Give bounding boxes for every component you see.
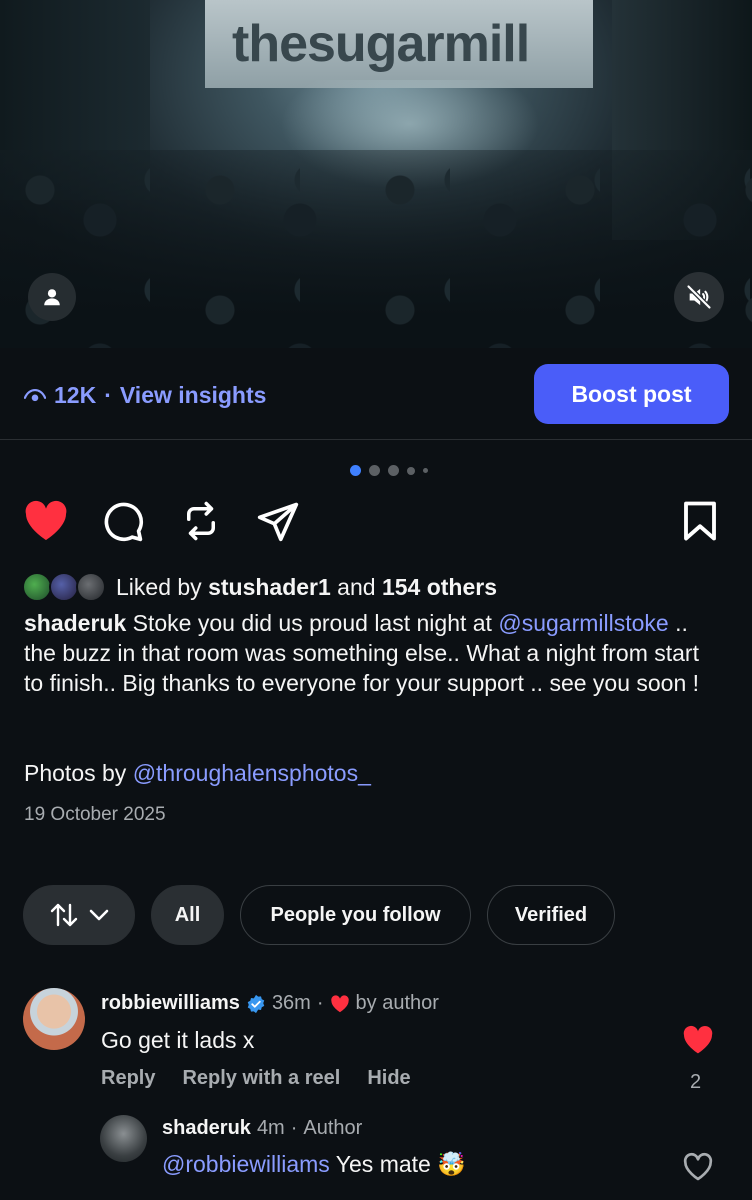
separator-dot: ·: [104, 382, 112, 408]
filter-people-you-follow[interactable]: People you follow: [240, 885, 471, 945]
verified-icon: [247, 994, 265, 1013]
tag-people-button[interactable]: [28, 273, 76, 321]
caption-text-1: Stoke you did us proud last night at: [132, 610, 492, 636]
carousel-dot: [369, 465, 380, 476]
avatar: [76, 572, 106, 602]
comment-reply: shaderuk 4m · Author @robbiewilliams Yes…: [0, 1112, 752, 1200]
view-insights-label[interactable]: View insights: [120, 382, 267, 409]
repost-button[interactable]: [176, 496, 226, 546]
author-badge: Author: [303, 1117, 363, 1139]
liked-by[interactable]: Liked by stushader1 and 154 others: [22, 570, 497, 604]
liked-by-user[interactable]: stushader1: [208, 574, 331, 601]
liked-by-author-label: by author: [355, 992, 439, 1014]
avatar: [22, 572, 52, 602]
save-button[interactable]: [675, 496, 725, 546]
repost-icon: [187, 501, 215, 541]
avatar: [49, 572, 79, 602]
liker-avatars: [22, 570, 112, 604]
carousel-dot: [423, 468, 428, 473]
comment-text: Go get it lads x: [101, 1027, 255, 1053]
eye-icon: [24, 388, 46, 401]
comment: robbiewilliams 36m · by author Go get it…: [0, 985, 752, 1100]
comment-body: Yes mate 🤯: [335, 1151, 466, 1177]
insights-bar: 12K · View insights Boost post: [0, 348, 752, 440]
heart-icon: [330, 994, 349, 1012]
post-date: 19 October 2025: [24, 804, 166, 825]
share-button[interactable]: [253, 496, 303, 546]
separator-dot: ·: [290, 1117, 298, 1139]
comment-like-button[interactable]: [682, 1025, 714, 1057]
comment-time: 36m: [271, 992, 311, 1014]
person-icon: [44, 289, 60, 306]
comment-mention[interactable]: @robbiewilliams: [162, 1151, 330, 1177]
heart-outline-icon: [683, 1152, 713, 1181]
avatar[interactable]: [23, 988, 85, 1050]
carousel-dot: [388, 465, 399, 476]
comment-button[interactable]: [98, 496, 148, 546]
share-icon: [257, 502, 299, 542]
comment-icon: [104, 502, 144, 542]
carousel-indicator: [350, 465, 428, 476]
avatar[interactable]: [100, 1115, 147, 1162]
venue-banner-text: thesugarmill: [232, 15, 530, 73]
view-insights-link[interactable]: 12K · View insights: [24, 382, 266, 409]
boost-post-button[interactable]: Boost post: [534, 364, 729, 424]
liked-by-and: and: [337, 573, 376, 600]
crowd: [0, 150, 752, 348]
bookmark-icon: [684, 501, 716, 541]
comment-username[interactable]: shaderuk: [162, 1117, 251, 1140]
carousel-dot: [407, 466, 415, 475]
muted-speaker-icon: [686, 284, 712, 310]
separator-dot: ·: [316, 992, 324, 1014]
comment-actions: Reply Reply with a reel Hide: [101, 1067, 411, 1090]
photo-credit: Photos by @throughalensphotos_: [24, 760, 371, 787]
heart-icon: [683, 1025, 713, 1054]
liked-by-prefix: Liked by: [116, 573, 202, 600]
caption-username[interactable]: shaderuk: [24, 610, 126, 636]
filter-verified[interactable]: Verified: [487, 885, 615, 945]
hide-button[interactable]: Hide: [367, 1067, 410, 1090]
liked-by-others[interactable]: 154 others: [382, 574, 497, 601]
reply-button[interactable]: Reply: [101, 1067, 155, 1090]
post-photo[interactable]: thesugarmill: [0, 0, 752, 348]
comment-like-count: 2: [690, 1071, 702, 1093]
photos-by-label: Photos by: [24, 760, 127, 786]
filter-all[interactable]: All: [151, 885, 224, 945]
like-button[interactable]: [21, 496, 71, 546]
post-caption: shaderuk Stoke you did us proud last nig…: [24, 608, 724, 698]
comment-username[interactable]: robbiewilliams: [101, 992, 240, 1015]
caption-mention[interactable]: @sugarmillstoke: [498, 610, 668, 636]
carousel-dot-active: [350, 465, 361, 476]
comment-header: shaderuk 4m · Author: [162, 1117, 362, 1140]
comment-filters: All People you follow Verified: [23, 885, 615, 945]
reply-with-reel-button[interactable]: Reply with a reel: [182, 1067, 340, 1090]
comment-header: robbiewilliams 36m · by author: [101, 992, 439, 1015]
sort-icon: [50, 903, 78, 927]
mute-button[interactable]: [674, 272, 724, 322]
comment-text: @robbiewilliams Yes mate 🤯: [162, 1151, 466, 1178]
chevron-down-icon: [89, 909, 109, 921]
comment-like-button[interactable]: [682, 1152, 714, 1184]
views-count: 12K: [54, 382, 97, 408]
photographer-mention[interactable]: @throughalensphotos_: [133, 760, 371, 786]
post-actions: [0, 496, 752, 550]
sort-button[interactable]: [23, 885, 135, 945]
comment-time: 4m: [256, 1117, 285, 1139]
heart-icon: [25, 500, 67, 541]
